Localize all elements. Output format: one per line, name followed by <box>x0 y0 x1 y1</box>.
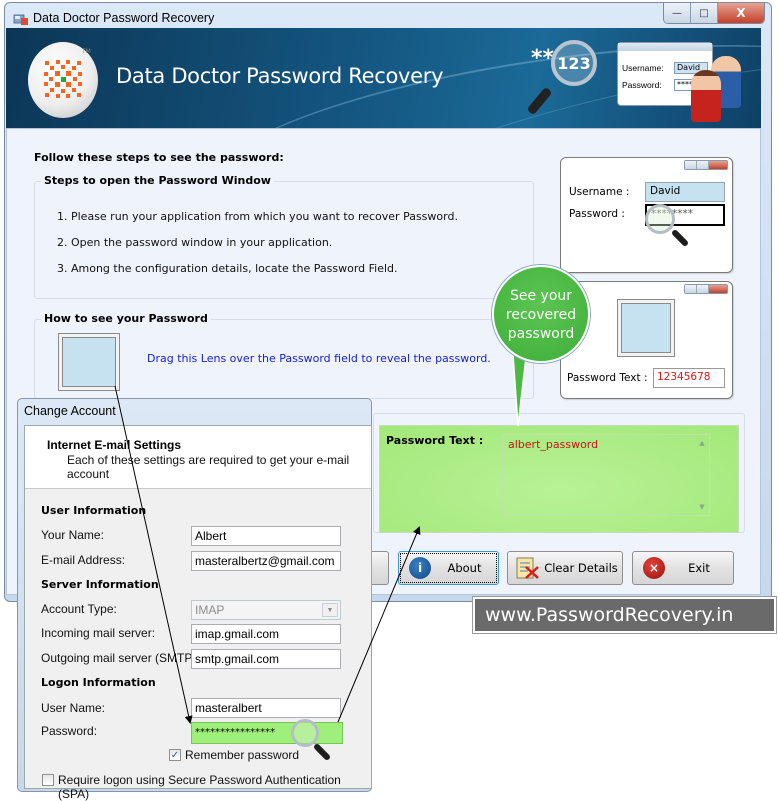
demo-window-controls <box>684 284 728 294</box>
section-logon-info: Logon Information <box>41 676 156 689</box>
your-name-label: Your Name: <box>41 528 104 542</box>
step-1: 1. Please run your application from whic… <box>57 210 458 223</box>
scroll-down-icon[interactable]: ▼ <box>699 503 704 511</box>
maximize-icon: □ <box>699 7 709 19</box>
outgoing-server-label: Outgoing mail server (SMTP): <box>41 651 200 665</box>
howto-group-title: How to see your Password <box>41 312 211 325</box>
info-icon: i <box>409 557 431 579</box>
steps-group-title: Steps to open the Password Window <box>41 174 274 187</box>
chevron-down-icon: ▼ <box>322 603 338 617</box>
window-controls: — □ X <box>663 3 765 24</box>
trademark: TM <box>82 48 91 55</box>
exit-label: Exit <box>688 561 710 575</box>
magnifier-handle <box>526 86 553 116</box>
close-button[interactable]: X <box>718 3 764 23</box>
recovered-password-callout: See your recovered password <box>492 265 590 363</box>
email-label: E-mail Address: <box>41 553 126 567</box>
magnifier-handle <box>670 228 690 248</box>
incoming-server-label: Incoming mail server: <box>41 626 156 640</box>
demo-window-controls <box>684 160 728 170</box>
app-icon <box>13 14 28 25</box>
clear-details-button[interactable]: Clear Details <box>507 551 623 585</box>
callout-line-2: recovered <box>505 307 577 323</box>
demo-password-label: Password : <box>569 208 625 220</box>
remember-password-checkbox[interactable]: ✓ <box>169 749 181 761</box>
step-3: 3. Among the configuration details, loca… <box>57 262 398 275</box>
steps-group: Steps to open the Password Window 1. Ple… <box>34 174 534 299</box>
result-scrollbar[interactable]: ▲ ▼ <box>695 435 709 515</box>
demo-password-text-label: Password Text : <box>567 372 648 384</box>
dialog-title: Change Account <box>24 404 116 418</box>
demo-lens <box>617 299 675 357</box>
callout-line-3: password <box>507 326 575 342</box>
callout-line-1: See your <box>509 288 573 304</box>
magnifier-icon <box>291 719 319 747</box>
clear-details-icon <box>516 557 539 579</box>
demo-login-window: Username : David Password : ******** <box>560 157 733 273</box>
password-label: Password: <box>41 724 98 738</box>
magnifier-icon: 123 <box>551 40 597 86</box>
username-input[interactable]: masteralbert <box>191 698 341 718</box>
close-icon: X <box>736 6 746 20</box>
outgoing-server-input[interactable]: smtp.gmail.com <box>191 649 341 669</box>
logo-mark-icon <box>44 60 82 98</box>
account-type-label: Account Type: <box>41 602 117 616</box>
password-text-value: albert_password <box>508 438 599 451</box>
banner: TM Data Doctor Password Recovery ** 123 … <box>6 28 761 128</box>
username-label: User Name: <box>41 701 106 715</box>
step-2: 2. Open the password window in your appl… <box>57 236 333 249</box>
minimize-button[interactable]: — <box>664 3 691 23</box>
window-title: Data Doctor Password Recovery <box>33 11 215 25</box>
mini-password-label: Password: <box>622 80 662 90</box>
section-server-info: Server Information <box>41 578 159 591</box>
exit-icon: × <box>643 557 665 579</box>
magnifier-handle <box>312 742 332 762</box>
lens-text: 123 <box>557 53 591 73</box>
banner-title: Data Doctor Password Recovery <box>116 64 444 88</box>
instructions-heading: Follow these steps to see the password: <box>34 151 284 164</box>
password-text-label: Password Text : <box>386 434 484 447</box>
user-woman-icon <box>691 70 721 122</box>
demo-username-label: Username : <box>569 186 630 198</box>
password-input[interactable]: **************** <box>191 722 343 744</box>
dialog-header-title: Internet E-mail Settings <box>47 438 182 452</box>
dialog-body: Internet E-mail Settings Each of these s… <box>24 425 372 801</box>
dialog-header-subtitle: Each of these settings are required to g… <box>67 453 350 481</box>
section-user-info: User Information <box>41 504 147 517</box>
demo-password-text-value: 12345678 <box>653 368 725 388</box>
about-label: About <box>447 561 482 575</box>
incoming-server-input[interactable]: imap.gmail.com <box>191 624 341 644</box>
clear-details-label: Clear Details <box>544 561 618 575</box>
password-result-panel: Password Text : albert_password ▲ ▼ <box>379 425 739 533</box>
website-watermark: www.PasswordRecovery.in <box>472 596 777 634</box>
howto-group: How to see your Password Drag this Lens … <box>34 312 534 399</box>
spa-label: Require logon using Secure Password Auth… <box>58 773 341 801</box>
exit-button[interactable]: × Exit <box>632 551 734 585</box>
banner-artwork: ** 123 Username: David Password: ***** <box>526 34 761 126</box>
spa-checkbox[interactable] <box>42 774 54 786</box>
your-name-input[interactable]: Albert <box>191 526 341 546</box>
magnifier-icon <box>645 204 675 234</box>
email-input[interactable]: masteralbertz@gmail.com <box>191 551 341 571</box>
minimize-icon: — <box>672 7 682 19</box>
scroll-up-icon[interactable]: ▲ <box>699 439 704 447</box>
dialog-header: Internet E-mail Settings Each of these s… <box>25 426 371 489</box>
password-text-output[interactable]: albert_password ▲ ▼ <box>502 434 710 516</box>
logo: TM <box>28 42 98 118</box>
remember-password-label: Remember password <box>185 748 300 762</box>
drag-instruction: Drag this Lens over the Password field t… <box>147 352 491 365</box>
drag-lens[interactable] <box>58 333 120 391</box>
account-type-value: IMAP <box>195 603 225 617</box>
mini-username-label: Username: <box>622 63 664 73</box>
about-button[interactable]: i About <box>398 551 499 585</box>
account-type-select[interactable]: IMAP ▼ <box>191 600 341 620</box>
change-account-dialog: Change Account Internet E-mail Settings … <box>17 398 372 801</box>
demo-username-value: David <box>645 182 725 202</box>
maximize-button[interactable]: □ <box>691 3 718 23</box>
